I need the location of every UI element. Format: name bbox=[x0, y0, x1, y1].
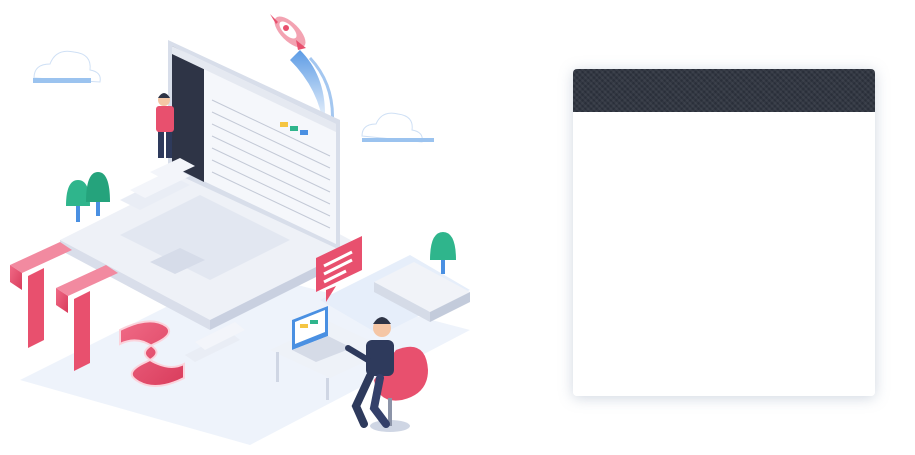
cloud-icon bbox=[361, 112, 434, 143]
hero-illustration bbox=[10, 14, 470, 445]
login-panel-body bbox=[573, 112, 875, 396]
login-panel bbox=[573, 69, 875, 396]
tree-icon bbox=[430, 232, 456, 274]
cloud-icon bbox=[33, 50, 101, 83]
login-panel-header bbox=[573, 69, 875, 112]
tree-icon bbox=[66, 172, 110, 222]
